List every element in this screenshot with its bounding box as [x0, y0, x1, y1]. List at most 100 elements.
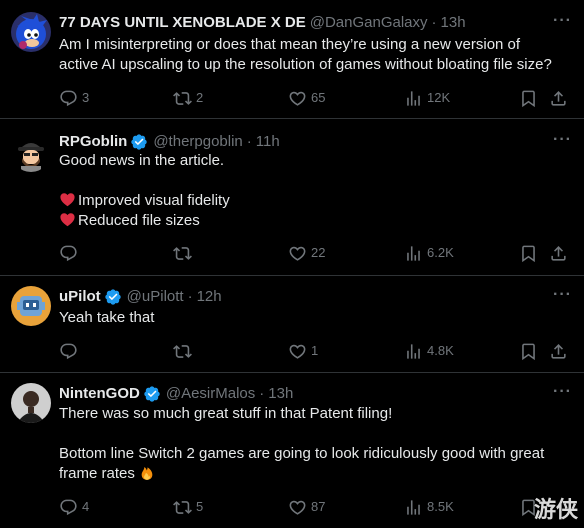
display-name[interactable]: NintenGOD — [59, 384, 140, 404]
heart-icon — [288, 89, 307, 108]
handle[interactable]: @uPilott — [127, 287, 184, 307]
verified-badge-icon[interactable] — [130, 133, 148, 151]
tweet-text: There was so much great stuff in that Pa… — [59, 404, 570, 484]
reply-button[interactable] — [59, 243, 82, 263]
repost-button[interactable]: 2 — [173, 88, 203, 108]
like-button[interactable]: 22 — [288, 243, 325, 263]
repost-button[interactable] — [173, 243, 196, 263]
share-button[interactable] — [549, 243, 568, 263]
handle[interactable]: @DanGanGalaxy — [310, 13, 428, 33]
tweet-header: NintenGOD @AesirMalos · 13h — [59, 384, 293, 404]
bookmark-icon — [519, 342, 538, 361]
reply-icon — [59, 244, 78, 263]
sonic-avatar[interactable] — [11, 12, 51, 52]
text-line: active AI upscaling to up the resolution… — [59, 56, 552, 73]
share-icon — [549, 244, 568, 263]
repost-count: 5 — [196, 499, 204, 514]
views-button[interactable]: 12K — [404, 88, 450, 108]
tweet-header: uPilot @uPilott · 12h — [59, 287, 222, 307]
tweet-text: Yeah take that — [59, 308, 570, 328]
verified-badge-icon[interactable] — [104, 288, 122, 306]
repost-icon — [173, 244, 192, 263]
display-name[interactable]: 77 DAYS UNTIL XENOBLADE X DE — [59, 13, 306, 33]
tweet[interactable]: RPGoblin @therpgoblin · 11h ··· Good new… — [0, 119, 584, 276]
repost-icon — [173, 498, 192, 517]
verified-badge-icon[interactable] — [143, 385, 161, 403]
portrait-avatar[interactable] — [11, 383, 51, 423]
bookmark-icon — [519, 244, 538, 263]
more-options-icon[interactable]: ··· — [553, 12, 572, 30]
heart-icon — [288, 342, 307, 361]
fire-emoji-icon — [139, 464, 155, 481]
text-line-with-emoji: Improved visual fidelity — [59, 191, 570, 211]
share-button[interactable] — [549, 88, 568, 108]
display-name[interactable]: RPGoblin — [59, 132, 127, 152]
repost-count: 2 — [196, 90, 204, 105]
repost-button[interactable]: 5 — [173, 497, 203, 517]
red-heart-emoji-icon — [59, 191, 76, 208]
separator: · — [187, 288, 193, 305]
more-options-icon[interactable]: ··· — [553, 286, 572, 304]
views-icon — [404, 89, 423, 108]
like-button[interactable]: 87 — [288, 497, 325, 517]
watermark: 游侠 — [533, 497, 578, 522]
repost-icon — [173, 89, 192, 108]
heart-icon — [288, 498, 307, 517]
repost-button[interactable] — [173, 341, 196, 361]
repost-icon — [173, 342, 192, 361]
separator: · — [246, 133, 252, 150]
text-line: frame rates — [59, 465, 135, 482]
handle[interactable]: @therpgoblin — [153, 132, 242, 152]
tweet[interactable]: 77 DAYS UNTIL XENOBLADE X DE @DanGanGala… — [0, 0, 584, 119]
heart-icon — [288, 244, 307, 263]
reply-button[interactable]: 4 — [59, 497, 89, 517]
display-name[interactable]: uPilot — [59, 287, 101, 307]
text-line-with-emoji: Reduced file sizes — [59, 211, 570, 231]
like-count: 65 — [311, 90, 326, 105]
like-button[interactable]: 1 — [288, 341, 318, 361]
bookmark-button[interactable] — [519, 341, 538, 361]
handle[interactable]: @AesirMalos — [166, 384, 255, 404]
robot-avatar[interactable] — [11, 286, 51, 326]
timestamp[interactable]: 12h — [197, 287, 222, 307]
views-button[interactable]: 4.8K — [404, 341, 454, 361]
views-button[interactable]: 8.5K — [404, 497, 454, 517]
views-icon — [404, 498, 423, 517]
reply-button[interactable]: 3 — [59, 88, 89, 108]
reply-count: 3 — [82, 90, 90, 105]
tweet-actions: 1 4.8K — [59, 341, 569, 361]
like-button[interactable]: 65 — [288, 88, 325, 108]
timestamp[interactable]: 13h — [268, 384, 293, 404]
text-line: Good news in the article. — [59, 152, 225, 169]
red-heart-emoji-icon — [59, 211, 76, 228]
bookmark-button[interactable] — [519, 88, 538, 108]
views-button[interactable]: 6.2K — [404, 243, 454, 263]
reply-icon — [59, 89, 78, 108]
reply-icon — [59, 342, 78, 361]
tweet[interactable]: NintenGOD @AesirMalos · 13h ··· There wa… — [0, 373, 584, 528]
bookmark-button[interactable] — [519, 243, 538, 263]
text-line: Am I misinterpreting or does that mean t… — [59, 36, 521, 53]
text-line-with-emoji: frame rates — [59, 464, 570, 484]
tweet[interactable]: uPilot @uPilott · 12h ··· Yeah take that… — [0, 276, 584, 373]
tweet-text: Am I misinterpreting or does that mean t… — [59, 35, 570, 75]
tweet-actions: 22 6.2K — [59, 243, 569, 263]
text-line: Yeah take that — [59, 309, 155, 326]
share-icon — [549, 342, 568, 361]
reply-button[interactable] — [59, 341, 82, 361]
tweet-header: RPGoblin @therpgoblin · 11h — [59, 132, 280, 152]
tweet-actions: 4 5 87 8.5K — [59, 497, 569, 517]
view-count: 12K — [427, 90, 451, 105]
more-options-icon[interactable]: ··· — [553, 383, 572, 401]
timestamp[interactable]: 11h — [256, 132, 280, 152]
like-count: 22 — [311, 245, 326, 260]
more-options-icon[interactable]: ··· — [553, 131, 572, 149]
bearded-cap-avatar[interactable] — [11, 132, 51, 172]
share-button[interactable] — [549, 341, 568, 361]
share-icon — [549, 89, 568, 108]
views-icon — [404, 244, 423, 263]
view-count: 4.8K — [427, 343, 454, 358]
timestamp[interactable]: 13h — [441, 13, 466, 33]
views-icon — [404, 342, 423, 361]
